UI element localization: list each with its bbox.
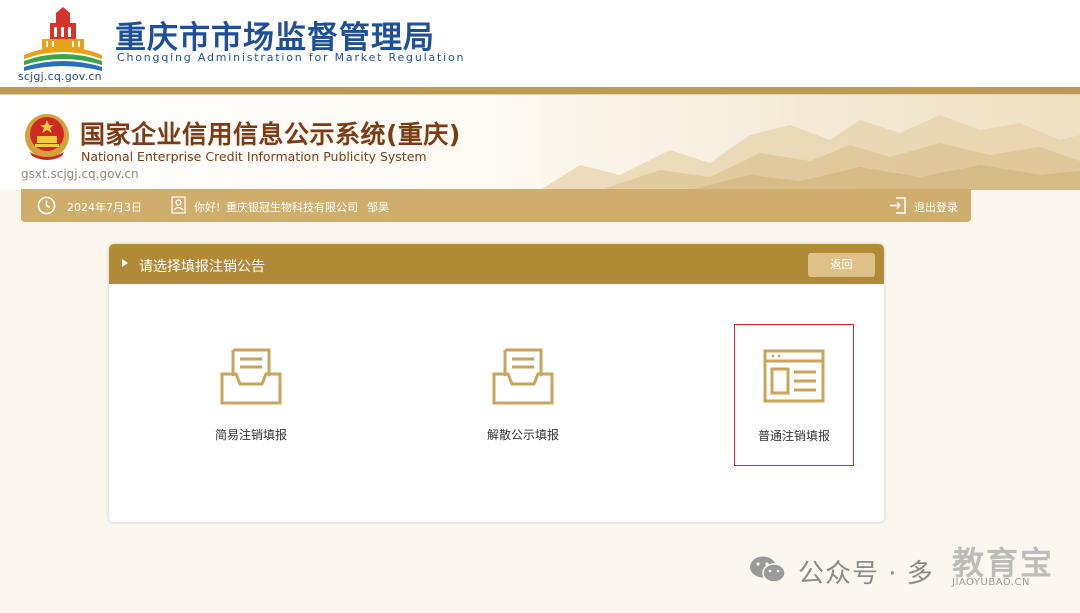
inbox-document-icon xyxy=(492,348,554,405)
user-info-bar: 2024年7月3日 你好! 重庆银冠生物科技有限公司 邹昊 退出登录 xyxy=(21,189,971,222)
logout-link[interactable]: 退出登录 xyxy=(914,199,958,215)
system-domain: gsxt.scjgj.cq.gov.cn xyxy=(21,167,139,181)
mountain-landscape-illustration xyxy=(540,115,1080,190)
simple-cancellation-option[interactable]: 简易注销填报 xyxy=(192,324,310,464)
option-label: 简易注销填报 xyxy=(214,428,287,442)
logout-icon[interactable] xyxy=(889,196,907,215)
panel-title: 请选择填报注销公告 xyxy=(139,259,265,275)
wechat-icon xyxy=(750,556,786,583)
inbox-document-icon xyxy=(220,348,282,405)
system-title: 国家企业信用信息公示系统(重庆) xyxy=(80,120,461,149)
site-header: scjgj.cq.gov.cn 重庆市市场监督管理局 Chongqing Adm… xyxy=(0,0,1080,88)
back-button[interactable]: 返回 xyxy=(808,253,875,277)
dissolution-publicity-option[interactable]: 解散公示填报 xyxy=(464,324,582,464)
national-emblem-icon xyxy=(25,114,69,160)
option-label: 普通注销填报 xyxy=(757,429,830,443)
user-icon xyxy=(171,196,186,214)
panel-header: 请选择填报注销公告 返回 xyxy=(109,244,884,284)
company-name: 重庆银冠生物科技有限公司 xyxy=(226,201,358,214)
site-domain: scjgj.cq.gov.cn xyxy=(18,70,102,83)
user-name: 邹昊 xyxy=(367,201,389,214)
clock-icon xyxy=(37,196,56,215)
browser-window-icon xyxy=(763,349,825,403)
option-label: 解散公示填报 xyxy=(486,428,559,442)
site-title-en: Chongqing Administration for Market Regu… xyxy=(117,51,466,64)
brand-watermark-en: JIAOYUBAO.CN xyxy=(952,577,1030,588)
system-title-en: National Enterprise Credit Information P… xyxy=(81,149,427,164)
triangle-right-icon xyxy=(122,259,128,267)
cancellation-selection-panel: 请选择填报注销公告 返回 简易注销填报 解散公示填报 普通注销填报 xyxy=(109,244,884,522)
watermark-text: 公众号 · 多 xyxy=(798,559,934,589)
system-banner: 国家企业信用信息公示系统(重庆) National Enterprise Cre… xyxy=(0,95,1080,190)
greeting-text: 你好! xyxy=(194,201,221,214)
market-regulation-logo-icon[interactable] xyxy=(20,5,106,75)
ordinary-cancellation-option[interactable]: 普通注销填报 xyxy=(734,324,854,466)
header-divider xyxy=(0,87,1080,94)
current-date: 2024年7月3日 xyxy=(67,201,142,214)
